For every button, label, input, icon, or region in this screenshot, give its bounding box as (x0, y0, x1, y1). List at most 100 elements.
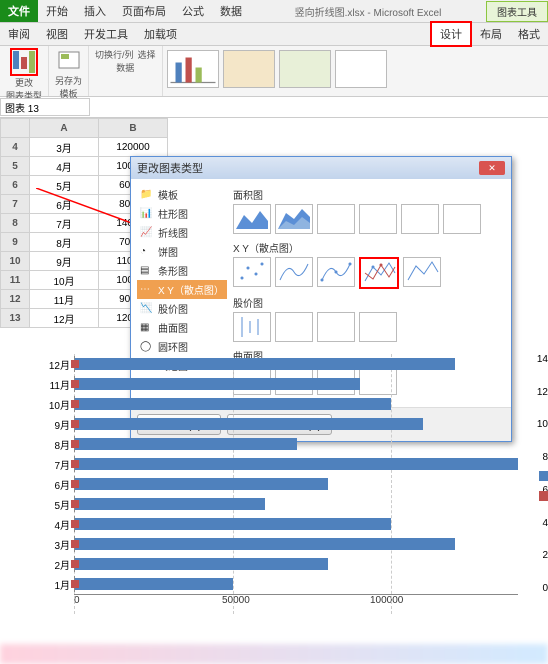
row-header[interactable]: 5 (1, 157, 30, 176)
cell[interactable]: 120000 (99, 138, 168, 157)
tab-formulas[interactable]: 公式 (174, 0, 212, 22)
area-chart-thumb[interactable] (233, 204, 271, 234)
category-item[interactable]: 📊柱形图 (137, 204, 227, 223)
area-chart-thumb[interactable] (275, 204, 313, 234)
chart-x-axis: 050000100000 (74, 594, 518, 606)
chart-bar (75, 378, 360, 390)
chart-bar-row: 4月 (30, 514, 518, 534)
category-item[interactable]: ◔饼图 (137, 242, 227, 261)
area-chart-thumb[interactable] (317, 204, 355, 234)
style-thumb[interactable] (223, 50, 275, 88)
chart-bar (75, 498, 265, 510)
tab-format[interactable]: 格式 (510, 23, 548, 45)
row-header[interactable]: 4 (1, 138, 30, 157)
cell[interactable]: 9月 (30, 252, 99, 271)
scatter-thumb[interactable] (317, 257, 355, 287)
area-chart-thumb[interactable] (359, 204, 397, 234)
scatter-thumb[interactable] (233, 257, 271, 287)
category-label: 圆环图 (158, 339, 188, 354)
chart-bar (75, 418, 423, 430)
embedded-chart[interactable]: 12月11月10月9月8月7月6月5月4月3月2月1月 050000100000… (30, 354, 518, 634)
row-header[interactable]: 11 (1, 271, 30, 290)
category-item[interactable]: ⋯X Y（散点图） (137, 280, 227, 299)
obscured-region (0, 644, 548, 664)
close-icon[interactable]: ✕ (479, 161, 505, 175)
category-item[interactable]: 📉 股价图 (137, 299, 227, 318)
col-header-b[interactable]: B (99, 119, 168, 138)
tab-pagelayout[interactable]: 页面布局 (114, 0, 174, 22)
category-icon: 📉 (140, 303, 154, 315)
chart-category-label: 12月 (30, 357, 74, 372)
name-box-input[interactable] (0, 98, 90, 116)
style-thumb[interactable] (335, 50, 387, 88)
tab-layout[interactable]: 布局 (472, 23, 510, 45)
chart-bar-row: 7月 (30, 454, 518, 474)
row-header[interactable]: 12 (1, 290, 30, 309)
scatter-thumb[interactable] (403, 257, 441, 287)
x-tick: 50000 (222, 595, 370, 606)
cell[interactable]: 7月 (30, 214, 99, 233)
scatter-thumb[interactable] (275, 257, 313, 287)
cell[interactable]: 3月 (30, 138, 99, 157)
stock-thumb[interactable] (233, 312, 271, 342)
cell[interactable]: 4月 (30, 157, 99, 176)
chart-bar-row: 2月 (30, 554, 518, 574)
row-header[interactable]: 9 (1, 233, 30, 252)
chart-category-label: 9月 (30, 417, 74, 432)
tab-developer[interactable]: 开发工具 (76, 23, 136, 45)
col-header-a[interactable]: A (30, 119, 99, 138)
row-header[interactable]: 8 (1, 214, 30, 233)
section-stock: 股价图 (233, 295, 505, 310)
switch-rowcol-button[interactable]: 切换行/列 (95, 48, 134, 61)
cell[interactable]: 11月 (30, 290, 99, 309)
y2-tick: 14 (537, 354, 548, 365)
section-area: 面积图 (233, 187, 505, 202)
tab-data[interactable]: 数据 (212, 0, 250, 22)
stock-thumb[interactable] (317, 312, 355, 342)
template-icon[interactable] (57, 48, 81, 72)
chart-marker (71, 480, 79, 488)
category-item[interactable]: 📁模板 (137, 185, 227, 204)
category-icon: 📊 (140, 208, 154, 220)
cell[interactable]: 8月 (30, 233, 99, 252)
cell[interactable]: 12月 (30, 309, 99, 328)
area-chart-thumb[interactable] (443, 204, 481, 234)
chart-marker (71, 440, 79, 448)
row-header[interactable]: 6 (1, 176, 30, 195)
dialog-titlebar[interactable]: 更改图表类型 ✕ (131, 157, 511, 179)
category-item[interactable]: ▤条形图 (137, 261, 227, 280)
chart-bar (75, 518, 391, 530)
category-item[interactable]: 📈折线图 (137, 223, 227, 242)
tab-view[interactable]: 视图 (38, 23, 76, 45)
cell[interactable]: 6月 (30, 195, 99, 214)
tab-file[interactable]: 文件 (0, 0, 38, 22)
category-label: 股价图 (158, 301, 188, 316)
stock-thumb[interactable] (275, 312, 313, 342)
area-chart-thumb[interactable] (401, 204, 439, 234)
row-header[interactable]: 13 (1, 309, 30, 328)
select-data-button[interactable]: 选择 (138, 48, 156, 61)
category-item[interactable]: ▦曲面图 (137, 318, 227, 337)
style-thumb[interactable] (167, 50, 219, 88)
row-header[interactable]: 7 (1, 195, 30, 214)
chart-marker (71, 500, 79, 508)
tab-insert[interactable]: 插入 (76, 0, 114, 22)
tab-home[interactable]: 开始 (38, 0, 76, 22)
group-save-template: 另存为 模板 (49, 46, 89, 96)
x-tick: 100000 (370, 595, 518, 606)
chart-marker (71, 460, 79, 468)
scatter-straight-markers-thumb[interactable] (359, 257, 399, 289)
tab-addins[interactable]: 加载项 (136, 23, 185, 45)
cell[interactable]: 5月 (30, 176, 99, 195)
stock-thumb[interactable] (359, 312, 397, 342)
change-chart-type-button[interactable] (10, 48, 38, 76)
y2-tick: 8 (537, 452, 548, 463)
tab-design[interactable]: 设计 (430, 21, 472, 47)
chart-marker (71, 560, 79, 568)
cell[interactable]: 10月 (30, 271, 99, 290)
row-header[interactable]: 10 (1, 252, 30, 271)
chart-bar (75, 358, 455, 370)
tab-review[interactable]: 审阅 (0, 23, 38, 45)
style-thumb[interactable] (279, 50, 331, 88)
select-all[interactable] (1, 119, 30, 138)
